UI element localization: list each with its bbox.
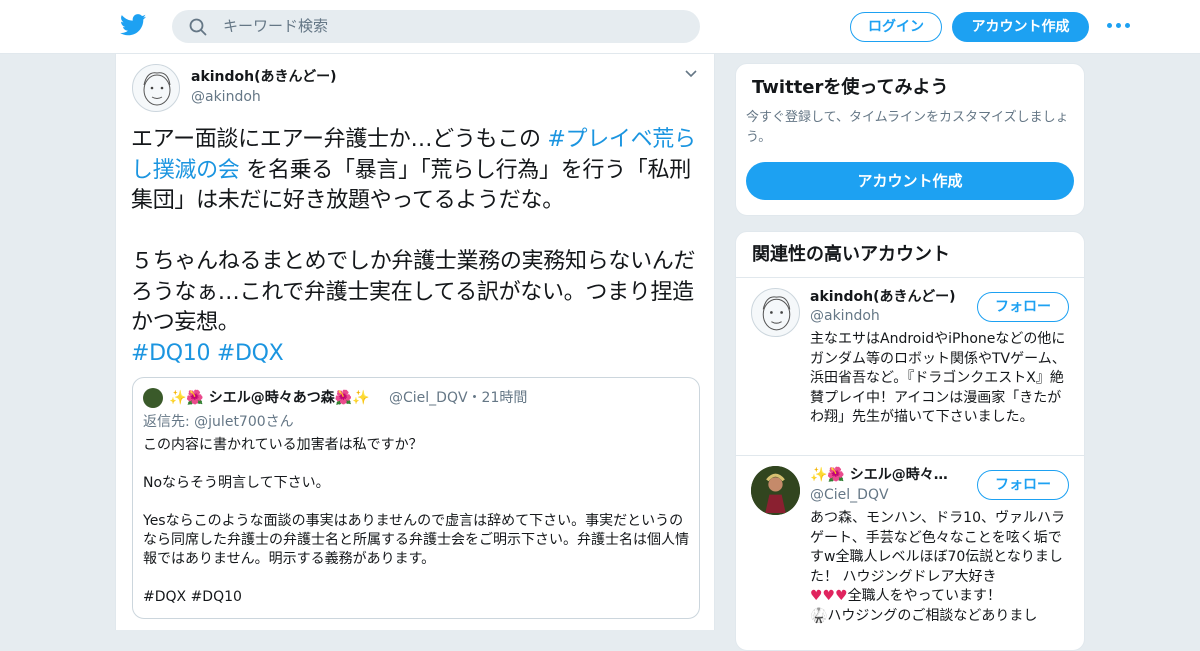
quoted-line: Yesならこのような面談の事実はありませんので虚言は辞めて下さい。事実だというの…	[143, 513, 689, 567]
account-name[interactable]: ✨🌺 シエル@時々…	[810, 466, 948, 484]
follow-button[interactable]: フォロー	[977, 470, 1069, 500]
tweet-column: akindoh(あきんどー) @akindoh エアー面談にエアー弁護士か…どう…	[115, 54, 715, 630]
quoted-text: この内容に書かれている加害者は私ですか？ Noならそう明言して下さい。 Yesな…	[143, 436, 693, 626]
quoted-line: この内容に書かれている加害者は私ですか？	[143, 437, 423, 453]
follow-button[interactable]: フォロー	[977, 292, 1069, 322]
reply-target: @julet700さん	[194, 414, 294, 430]
hashtags-link[interactable]: #DQ10 #DQX	[131, 341, 284, 366]
divider	[736, 455, 1084, 456]
quoted-author-handle: @Ciel_DQV・21時間	[389, 390, 528, 406]
quoted-avatar[interactable]	[143, 388, 163, 408]
tweet-author-name[interactable]: akindoh(あきんどー)	[191, 68, 337, 86]
account-bio: 主なエサはAndroidやiPhoneなどの他にガンダム等のロボット関係やTVゲ…	[810, 331, 1066, 425]
account-handle[interactable]: @akindoh	[810, 307, 880, 325]
tweet-text: エアー面談にエアー弁護士か…どうもこの #プレイベ荒らし撲滅の会 を名乗る「暴言…	[131, 125, 711, 369]
card-subtitle: 今すぐ登録して、タイムラインをカスタマイズしましょう。	[746, 110, 1069, 145]
search-placeholder[interactable]: キーワード検索	[223, 17, 328, 36]
signup-card-button[interactable]: アカウント作成	[746, 162, 1074, 200]
face-sketch-icon	[143, 72, 171, 106]
try-twitter-card: Twitterを使ってみよう 今すぐ登録して、タイムラインをカスタマイズしましょ…	[735, 63, 1085, 216]
avatar[interactable]	[751, 288, 800, 337]
search-bar[interactable]: キーワード検索	[172, 10, 700, 43]
reply-label: 返信先:	[143, 414, 195, 430]
reply-to: 返信先: @julet700さん	[143, 412, 294, 432]
face-sketch-icon	[762, 296, 791, 331]
account-name[interactable]: akindoh(あきんどー)	[810, 288, 956, 306]
signup-button[interactable]: アカウント作成	[952, 12, 1089, 42]
account-bio: あつ森、モンハン、ドラ10、ヴァルハラゲート、手芸など色々なことを呟く垢ですw全…	[810, 509, 1072, 626]
account-handle[interactable]: @Ciel_DQV	[810, 486, 889, 504]
search-icon	[189, 18, 207, 36]
quoted-line: #DQX #DQ10	[143, 589, 242, 605]
divider	[736, 277, 1084, 278]
tweet-author-handle[interactable]: @akindoh	[191, 88, 261, 106]
avatar[interactable]	[132, 64, 180, 112]
tweet-text-part1: エアー面談にエアー弁護士か…どうもこの	[131, 127, 548, 152]
heart-icon: ♥♥♥	[810, 588, 848, 604]
quoted-author-name: ✨🌺 シエル@時々あつ森🌺✨	[169, 390, 370, 406]
twitter-bird-icon[interactable]	[120, 13, 146, 37]
card-title: Twitterを使ってみよう	[752, 77, 949, 98]
avatar[interactable]	[751, 466, 800, 515]
more-icon[interactable]	[1107, 19, 1131, 33]
quoted-line: Noならそう明言して下さい。	[143, 475, 330, 491]
tweet-text-paragraph2: ５ちゃんねるまとめでしか弁護士業務の実務知らないんだろうなぁ…これで弁護士実在し…	[131, 249, 696, 335]
related-accounts-card: 関連性の高いアカウント akindoh(あきんどー) @akindoh フォロー…	[735, 231, 1085, 651]
login-button[interactable]: ログイン	[850, 12, 942, 42]
top-bar: キーワード検索 ログイン アカウント作成	[0, 0, 1200, 54]
account-bio-text: あつ森、モンハン、ドラ10、ヴァルハラゲート、手芸など色々なことを呟く垢ですw全…	[810, 510, 1065, 585]
character-icon	[751, 466, 800, 515]
account-bio-line2: 全職人をやっています！	[847, 588, 1001, 604]
chevron-down-icon[interactable]	[684, 69, 698, 79]
quoted-tweet[interactable]: ✨🌺 シエル@時々あつ森🌺✨ @Ciel_DQV・21時間 返信先: @jule…	[132, 377, 700, 619]
account-bio-line3: 🥋ハウジングのご相談などありまし	[810, 607, 1038, 624]
related-title: 関連性の高いアカウント	[752, 244, 950, 265]
